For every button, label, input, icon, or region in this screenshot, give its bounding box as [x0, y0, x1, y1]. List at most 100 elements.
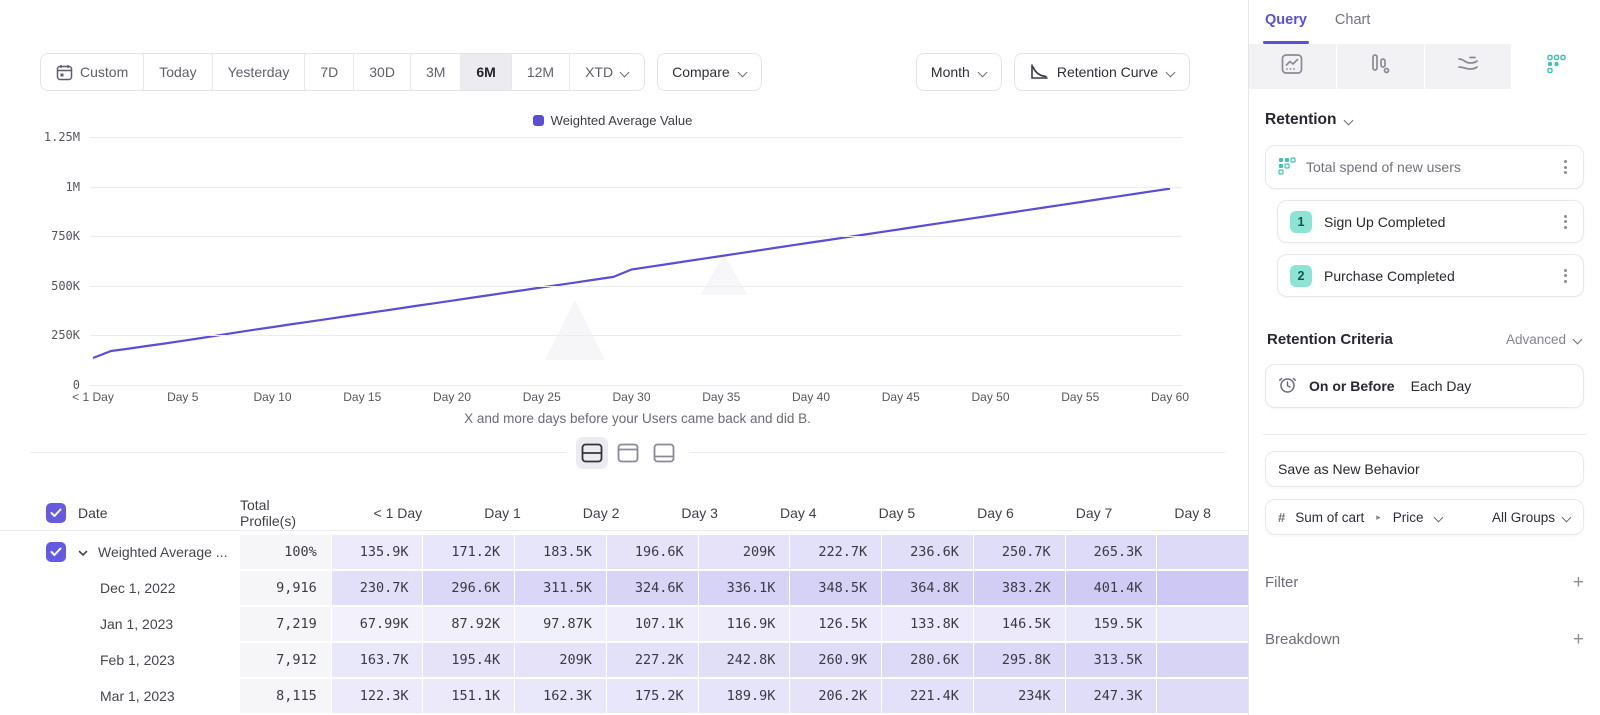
- date-range-6m[interactable]: 6M: [461, 54, 511, 90]
- value-cell[interactable]: 242.8K: [699, 643, 790, 677]
- value-cell[interactable]: 151.1K: [423, 679, 514, 713]
- value-cell[interactable]: 107.1K: [607, 607, 698, 641]
- split-view-button[interactable]: [576, 437, 608, 469]
- filter-section[interactable]: Filter+: [1265, 573, 1584, 592]
- value-cell[interactable]: 122.3K: [332, 679, 423, 713]
- value-cell[interactable]: 195.4K: [423, 643, 514, 677]
- value-cell[interactable]: 209K: [699, 535, 790, 569]
- select-all-checkbox[interactable]: [46, 503, 66, 523]
- value-cell[interactable]: 67.99K: [332, 607, 423, 641]
- value-cell[interactable]: 364.8K: [882, 571, 973, 605]
- value-cell[interactable]: 383.2K: [974, 571, 1065, 605]
- behavior-card[interactable]: Total spend of new users: [1265, 145, 1584, 189]
- value-cell[interactable]: 236.6K: [882, 535, 973, 569]
- value-cell[interactable]: 313.5K: [1066, 643, 1157, 677]
- date-range-yesterday[interactable]: Yesterday: [213, 54, 306, 90]
- value-cell[interactable]: 401.4K: [1066, 571, 1157, 605]
- row-label-cell[interactable]: Dec 1, 2022: [0, 571, 240, 605]
- value-cell[interactable]: 295.8K: [974, 643, 1065, 677]
- on-or-before-card[interactable]: On or Before Each Day: [1265, 364, 1584, 408]
- value-cell[interactable]: 250.7K: [974, 535, 1065, 569]
- granularity-button[interactable]: Month: [916, 53, 1002, 91]
- date-range-today[interactable]: Today: [144, 54, 212, 90]
- date-range-7d[interactable]: 7D: [305, 54, 354, 90]
- value-cell[interactable]: 7,219: [240, 607, 331, 641]
- report-tab-funnels[interactable]: [1337, 44, 1425, 89]
- row-label-cell[interactable]: Weighted Average ...: [0, 535, 240, 569]
- value-cell[interactable]: 265.3K: [1066, 535, 1157, 569]
- value-cell[interactable]: 133.8K: [882, 607, 973, 641]
- value-cell[interactable]: 100%: [240, 535, 331, 569]
- value-cell[interactable]: 348.5K: [790, 571, 881, 605]
- add-filter-icon[interactable]: +: [1573, 573, 1584, 592]
- value-cell[interactable]: 222.7K: [790, 535, 881, 569]
- column-header[interactable]: Day 7: [1029, 495, 1127, 530]
- column-header[interactable]: Day 1: [437, 495, 535, 530]
- date-range-custom[interactable]: Custom: [41, 54, 144, 90]
- compare-button[interactable]: Compare: [657, 53, 762, 91]
- value-cell[interactable]: 175.2K: [607, 679, 698, 713]
- value-cell[interactable]: 324.6K: [607, 571, 698, 605]
- kebab-menu-icon[interactable]: [1560, 265, 1571, 287]
- value-cell[interactable]: 116.9K: [699, 607, 790, 641]
- row-checkbox[interactable]: [46, 542, 66, 562]
- row-label-cell[interactable]: Mar 1, 2023: [0, 679, 240, 713]
- measure-row[interactable]: # Sum of cart ▸ Price All Groups: [1265, 499, 1584, 535]
- row-label-cell[interactable]: Feb 1, 2023: [0, 643, 240, 677]
- column-header[interactable]: Day 3: [634, 495, 732, 530]
- value-cell[interactable]: 87.92K: [423, 607, 514, 641]
- date-range-30d[interactable]: 30D: [354, 54, 411, 90]
- value-cell[interactable]: 336.1K: [699, 571, 790, 605]
- value-cell[interactable]: 221.4K: [882, 679, 973, 713]
- value-cell[interactable]: 227.2K: [607, 643, 698, 677]
- breakdown-section[interactable]: Breakdown+: [1265, 630, 1584, 649]
- value-cell[interactable]: 97.87K: [515, 607, 606, 641]
- value-cell[interactable]: 162.3K: [515, 679, 606, 713]
- value-cell[interactable]: 280.6K: [882, 643, 973, 677]
- value-cell[interactable]: 171.2K: [423, 535, 514, 569]
- criteria-mode-dropdown[interactable]: Advanced: [1506, 332, 1582, 347]
- value-cell[interactable]: 9,916: [240, 571, 331, 605]
- column-header[interactable]: Total Profile(s): [240, 495, 338, 530]
- kebab-menu-icon[interactable]: [1560, 211, 1571, 233]
- table-view-button[interactable]: [648, 437, 680, 469]
- value-cell[interactable]: 8,115: [240, 679, 331, 713]
- chart-view-button[interactable]: [612, 437, 644, 469]
- report-tab-insights[interactable]: [1249, 44, 1337, 89]
- value-cell[interactable]: 311.5K: [515, 571, 606, 605]
- step-card-2[interactable]: 2Purchase Completed: [1277, 254, 1584, 297]
- expand-chevron-icon[interactable]: [78, 544, 88, 560]
- value-cell[interactable]: 189.9K: [699, 679, 790, 713]
- column-header[interactable]: Day 8: [1127, 495, 1225, 530]
- sidebar-tab-query[interactable]: Query: [1265, 12, 1307, 44]
- line-chart-plot[interactable]: [0, 125, 1248, 387]
- value-cell[interactable]: 135.9K: [332, 535, 423, 569]
- date-range-12m[interactable]: 12M: [512, 54, 570, 90]
- value-cell[interactable]: 196.6K: [607, 535, 698, 569]
- value-cell[interactable]: 183.5K: [515, 535, 606, 569]
- column-header[interactable]: Day 5: [832, 495, 930, 530]
- date-range-3m[interactable]: 3M: [411, 54, 461, 90]
- value-cell[interactable]: 159.5K: [1066, 607, 1157, 641]
- all-groups-dropdown[interactable]: All Groups: [1492, 510, 1571, 525]
- date-range-xtd[interactable]: XTD: [570, 54, 644, 90]
- value-cell[interactable]: 7,912: [240, 643, 331, 677]
- value-cell[interactable]: 296.6K: [423, 571, 514, 605]
- value-cell[interactable]: 126.5K: [790, 607, 881, 641]
- report-tab-retention[interactable]: [1512, 44, 1600, 89]
- add-breakdown-icon[interactable]: +: [1573, 630, 1584, 649]
- row-label-cell[interactable]: Jan 1, 2023: [0, 607, 240, 641]
- retention-section-header[interactable]: Retention: [1265, 111, 1584, 129]
- report-tab-flows[interactable]: [1425, 44, 1513, 89]
- column-header[interactable]: Day 6: [930, 495, 1028, 530]
- value-cell[interactable]: 163.7K: [332, 643, 423, 677]
- save-as-new-behavior-button[interactable]: Save as New Behavior: [1265, 451, 1584, 487]
- step-card-1[interactable]: 1Sign Up Completed: [1277, 200, 1584, 243]
- sidebar-tab-chart[interactable]: Chart: [1335, 12, 1370, 44]
- value-cell[interactable]: 260.9K: [790, 643, 881, 677]
- value-cell[interactable]: 209K: [515, 643, 606, 677]
- value-cell[interactable]: 234K: [974, 679, 1065, 713]
- value-cell[interactable]: 230.7K: [332, 571, 423, 605]
- value-cell[interactable]: 146.5K: [974, 607, 1065, 641]
- value-cell[interactable]: 247.3K: [1066, 679, 1157, 713]
